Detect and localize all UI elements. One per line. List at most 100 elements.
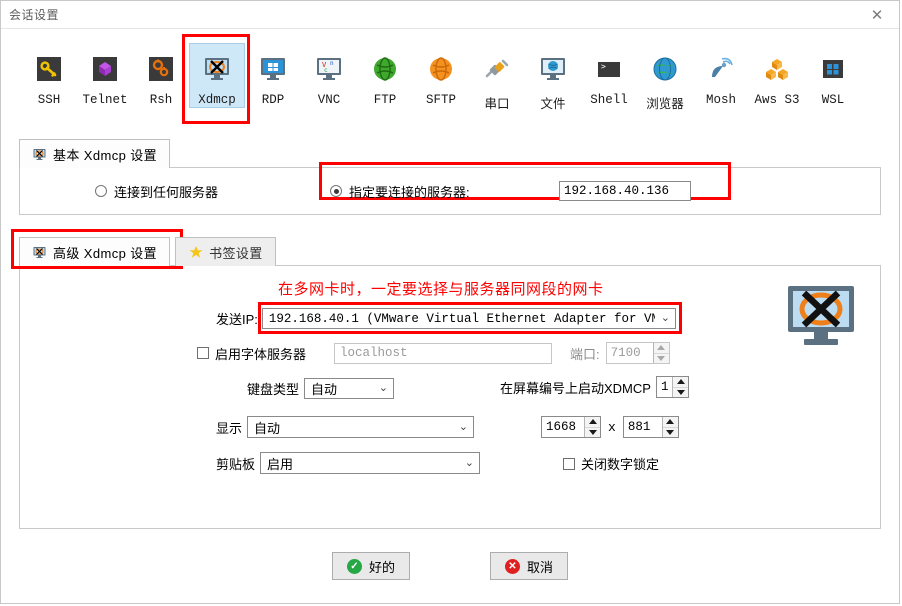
clipboard-label: 剪贴板	[216, 456, 256, 472]
protocol-label: Aws S3	[754, 93, 800, 107]
green-globe-icon	[369, 53, 401, 85]
ok-button-label: 好的	[368, 559, 395, 575]
protocol-item-rdp[interactable]: RDP	[245, 43, 301, 107]
font-server-row: 启用字体服务器 localhost 端口: 7100	[197, 342, 670, 364]
protocol-item-file[interactable]: 文件	[525, 43, 581, 112]
disable-numlock-checkbox[interactable]: 关闭数字锁定	[563, 454, 659, 473]
keyboard-type-row: 键盘类型 自动 ⌄	[247, 378, 395, 399]
display-select[interactable]: 自动 ⌄	[247, 416, 475, 438]
tab-label: 高级 Xdmcp 设置	[53, 245, 158, 261]
xdmcp-screen-row: 在屏幕编号上启动XDMCP 1	[500, 376, 689, 398]
spinner-down-icon[interactable]	[585, 427, 600, 437]
basic-settings-group: 连接到任何服务器 指定要连接的服务器: 192.168.40.136	[19, 162, 881, 215]
tab-advanced-xdmcp[interactable]: 高级 Xdmcp 设置	[19, 237, 171, 266]
spinner-up-icon[interactable]	[585, 417, 600, 428]
xdmcp-monitor-icon	[201, 53, 233, 85]
protocol-label: RDP	[261, 93, 285, 107]
radio-connect-any-server[interactable]: 连接到任何服务器	[95, 182, 218, 201]
spinner-down-icon[interactable]	[673, 387, 688, 397]
check-circle-icon: ✓	[346, 558, 362, 574]
basic-tab-row: 基本 Xdmcp 设置	[19, 137, 881, 168]
keyboard-type-label: 键盘类型	[247, 382, 300, 397]
server-address-input[interactable]: 192.168.40.136	[559, 181, 691, 201]
serial-plug-icon	[481, 53, 513, 85]
protocol-label: SSH	[37, 93, 61, 107]
port-spinner[interactable]: 7100	[605, 342, 670, 364]
protocol-item-rsh[interactable]: Rsh	[133, 43, 189, 107]
network-card-warning-text: 在多网卡时，一定要选择与服务器同网段的网卡	[278, 281, 604, 298]
protocol-item-ssh[interactable]: SSH	[21, 43, 77, 107]
height-spinner[interactable]: 881	[622, 416, 679, 438]
protocol-item-serial[interactable]: 串口	[469, 43, 525, 112]
cancel-button-label: 取消	[527, 559, 554, 575]
protocol-item-sftp[interactable]: SFTP	[413, 43, 469, 107]
clipboard-select[interactable]: 启用 ⌄	[260, 452, 481, 474]
protocol-label: WSL	[821, 93, 845, 107]
spinner-up-icon[interactable]	[662, 417, 678, 428]
display-value: 自动	[254, 420, 281, 436]
spinner-buttons[interactable]	[672, 377, 688, 397]
checkbox-square	[563, 457, 575, 470]
xdmcp-screen-value: 1	[660, 380, 669, 394]
svg-text:>: >	[601, 62, 606, 71]
spinner-buttons[interactable]	[652, 343, 669, 363]
font-server-host-input[interactable]: localhost	[334, 342, 553, 364]
checkbox-square	[197, 347, 209, 359]
key-icon	[33, 53, 65, 85]
terminal-icon: >	[593, 53, 625, 85]
width-spinner[interactable]: 1668	[541, 416, 601, 438]
tab-label: 书签设置	[209, 245, 263, 261]
settings-panels: 基本 Xdmcp 设置 连接到任何服务器 指定要连接的服务器: 192.168.…	[1, 137, 899, 603]
protocol-item-shell[interactable]: > Shell	[581, 43, 637, 107]
chevron-down-icon: ⌄	[660, 312, 670, 324]
send-ip-select[interactable]: 192.168.40.1 (VMware Virtual Ethernet Ad…	[261, 308, 676, 329]
protocol-item-ftp[interactable]: FTP	[357, 43, 413, 107]
xdmcp-monitor-icon	[32, 246, 47, 259]
spinner-down-icon[interactable]	[653, 353, 669, 363]
protocol-label: 文件	[540, 97, 566, 111]
resolution-row: 1668 x 881	[541, 416, 679, 438]
tab-basic-xdmcp[interactable]: 基本 Xdmcp 设置	[19, 139, 171, 168]
spinner-buttons[interactable]	[584, 417, 600, 437]
height-value: 881	[627, 420, 651, 434]
protocol-item-xdmcp[interactable]: Xdmcp	[189, 43, 245, 108]
protocol-item-vnc[interactable]: Vnc VNC	[301, 43, 357, 107]
xdmcp-screen-spinner[interactable]: 1	[655, 376, 689, 398]
session-settings-window: 会话设置 ✕ SSH Telnet Rsh Xdmcp RDP V n c VN…	[0, 0, 900, 604]
protocol-label: SFTP	[425, 93, 456, 107]
protocol-item-mosh[interactable]: Mosh	[693, 43, 749, 107]
radio-label: 指定要连接的服务器:	[349, 184, 470, 200]
spinner-up-icon[interactable]	[653, 343, 669, 354]
enable-font-server-checkbox[interactable]: 启用字体服务器	[197, 344, 306, 363]
protocol-item-telnet[interactable]: Telnet	[77, 43, 133, 107]
cube-icon	[89, 53, 121, 85]
svg-text:n: n	[330, 60, 334, 67]
send-ip-row: 发送IP: 192.168.40.1 (VMware Virtual Ether…	[216, 308, 676, 329]
tab-label: 基本 Xdmcp 设置	[53, 147, 158, 163]
window-title: 会话设置	[9, 8, 60, 22]
spinner-buttons[interactable]	[661, 417, 678, 437]
protocol-item-wsl[interactable]: WSL	[805, 43, 861, 107]
close-icon[interactable]: ✕	[855, 1, 899, 28]
spinner-up-icon[interactable]	[673, 377, 688, 388]
dialog-footer: ✓ 好的 ✕ 取消	[19, 529, 881, 603]
protocol-label: Rsh	[149, 93, 173, 107]
aws-cubes-icon	[761, 53, 793, 85]
xdmcp-logo-image	[784, 284, 858, 348]
keyboard-type-value: 自动	[311, 382, 338, 397]
title-bar: 会话设置 ✕	[1, 1, 899, 29]
xdmcp-monitor-icon	[32, 148, 47, 161]
ok-button[interactable]: ✓ 好的	[331, 552, 410, 580]
tab-bookmark-settings[interactable]: 书签设置	[175, 237, 276, 266]
radio-specify-server[interactable]: 指定要连接的服务器:	[330, 182, 470, 201]
cancel-button[interactable]: ✕ 取消	[490, 552, 569, 580]
port-value: 7100	[610, 346, 641, 360]
spinner-down-icon[interactable]	[662, 427, 678, 437]
protocol-label: 串口	[484, 97, 510, 111]
keyboard-type-select[interactable]: 自动 ⌄	[304, 378, 395, 399]
browser-globe-icon	[649, 53, 681, 85]
protocol-item-aws-s3[interactable]: Aws S3	[749, 43, 805, 107]
protocol-label: Shell	[590, 93, 628, 107]
advanced-tab-row: 高级 Xdmcp 设置 书签设置	[11, 229, 881, 269]
protocol-item-browser[interactable]: 浏览器	[637, 43, 693, 112]
